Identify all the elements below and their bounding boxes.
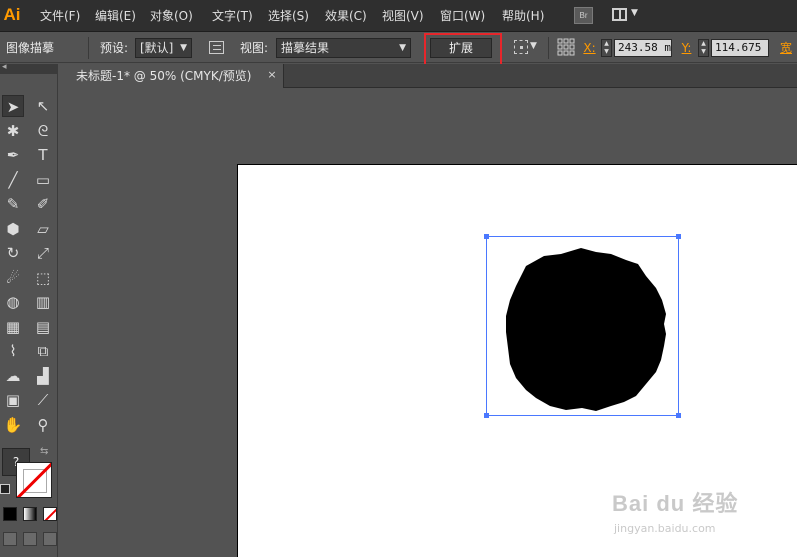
app-logo: Ai: [3, 5, 21, 24]
chevron-down-icon[interactable]: ▼: [530, 41, 537, 51]
menu-type[interactable]: 文字(T): [212, 7, 253, 25]
x-field[interactable]: 243.58 mi: [614, 39, 672, 57]
paintbrush-icon[interactable]: ✎: [2, 193, 24, 215]
highlight-annotation: [424, 33, 502, 68]
y-stepper[interactable]: ▲ ▼: [698, 39, 709, 57]
close-icon[interactable]: ×: [266, 69, 278, 81]
gradient-mode-icon[interactable]: [23, 507, 37, 521]
resize-handle[interactable]: [484, 234, 489, 239]
line-segment-icon[interactable]: ╱: [2, 169, 24, 191]
menu-object[interactable]: 对象(O): [150, 7, 193, 25]
rotate-icon[interactable]: ↻: [2, 242, 24, 264]
pen-icon[interactable]: ✒: [2, 144, 24, 166]
mesh-icon[interactable]: ▦: [2, 316, 24, 338]
shape-builder-icon[interactable]: ◍: [2, 291, 24, 313]
direct-selection-icon[interactable]: ↖: [32, 95, 54, 117]
menu-select[interactable]: 选择(S): [268, 7, 309, 25]
free-transform-icon[interactable]: ⬚: [32, 267, 54, 289]
menu-edit[interactable]: 编辑(E): [95, 7, 136, 25]
menu-window[interactable]: 窗口(W): [440, 7, 485, 25]
layout-grid-icon: [612, 8, 627, 21]
blend-icon[interactable]: ⧉: [32, 340, 54, 362]
draw-inside-icon[interactable]: [43, 532, 57, 546]
watermark: Bai du 经验 jingyan.baidu.com: [612, 486, 782, 546]
panel-name[interactable]: 图像描摹: [6, 39, 54, 57]
chevron-down-icon: ▼: [180, 43, 187, 53]
pencil-icon[interactable]: ✐: [32, 193, 54, 215]
preset-value: [默认]: [140, 41, 174, 55]
stroke-swatch[interactable]: [16, 462, 52, 498]
tools-panel-header[interactable]: [0, 62, 58, 74]
eyedropper-icon[interactable]: ⌇: [2, 340, 24, 362]
menu-effect[interactable]: 效果(C): [325, 7, 367, 25]
rectangle-icon[interactable]: ▭: [32, 169, 54, 191]
watermark-brand: Bai du 经验: [612, 491, 739, 516]
y-field[interactable]: 114.675 i: [711, 39, 769, 57]
resize-handle[interactable]: [676, 413, 681, 418]
none-mode-icon[interactable]: [43, 507, 57, 521]
eraser-icon[interactable]: ▱: [32, 218, 54, 240]
document-tab[interactable]: 未标题-1* @ 50% (CMYK/预览): [66, 64, 284, 88]
view-value: 描摹结果: [281, 41, 330, 55]
preset-dropdown[interactable]: [默认] ▼: [135, 38, 192, 58]
column-graph-icon[interactable]: ▟: [32, 365, 54, 387]
symbol-sprayer-icon[interactable]: ☁: [2, 365, 24, 387]
artboard-icon[interactable]: ▣: [2, 389, 24, 411]
divider: [548, 37, 549, 59]
view-dropdown[interactable]: 描摹结果 ▼: [276, 38, 411, 58]
reference-point-icon[interactable]: [557, 38, 575, 56]
menu-file[interactable]: 文件(F): [40, 7, 80, 25]
transform-reference-icon[interactable]: [514, 40, 528, 54]
chevron-down-icon: ▼: [631, 8, 638, 18]
trace-panel-icon[interactable]: [209, 41, 224, 54]
resize-handle[interactable]: [484, 413, 489, 418]
preset-label: 预设:: [100, 41, 129, 55]
view-label: 视图:: [240, 41, 269, 55]
selection-arrow-icon[interactable]: ➤: [2, 95, 24, 117]
chevron-down-icon: ▼: [399, 43, 406, 53]
width-label: 宽: [779, 41, 792, 55]
workspace-switcher-button[interactable]: ▼: [612, 7, 644, 24]
menu-view[interactable]: 视图(V): [382, 7, 424, 25]
resize-handle[interactable]: [676, 234, 681, 239]
x-label: X:: [583, 41, 596, 55]
menu-help[interactable]: 帮助(H): [502, 7, 544, 25]
divider: [88, 37, 89, 59]
x-stepper[interactable]: ▲ ▼: [601, 39, 612, 57]
perspective-grid-icon[interactable]: ▥: [32, 291, 54, 313]
lasso-icon[interactable]: ᘓ: [32, 120, 54, 142]
swap-colors-icon[interactable]: ⇆: [40, 446, 48, 457]
watermark-url: jingyan.baidu.com: [614, 522, 716, 535]
draw-normal-icon[interactable]: [3, 532, 17, 546]
magic-wand-icon[interactable]: ✱: [2, 120, 24, 142]
y-label: Y:: [681, 41, 692, 55]
blob-brush-icon[interactable]: ⬢: [2, 218, 24, 240]
gradient-icon[interactable]: ▤: [32, 316, 54, 338]
default-colors-icon[interactable]: [0, 484, 10, 494]
slice-icon[interactable]: ⟋: [32, 389, 54, 411]
zoom-icon[interactable]: ⚲: [32, 414, 54, 436]
hand-icon[interactable]: ✋: [2, 414, 24, 436]
color-mode-icon[interactable]: [3, 507, 17, 521]
type-icon[interactable]: T: [32, 144, 54, 166]
scale-icon[interactable]: ⤢: [32, 242, 54, 264]
selection-bounding-box[interactable]: [486, 236, 679, 416]
warp-icon[interactable]: ☄: [2, 267, 24, 289]
bridge-button[interactable]: Br: [574, 7, 593, 24]
draw-behind-icon[interactable]: [23, 532, 37, 546]
